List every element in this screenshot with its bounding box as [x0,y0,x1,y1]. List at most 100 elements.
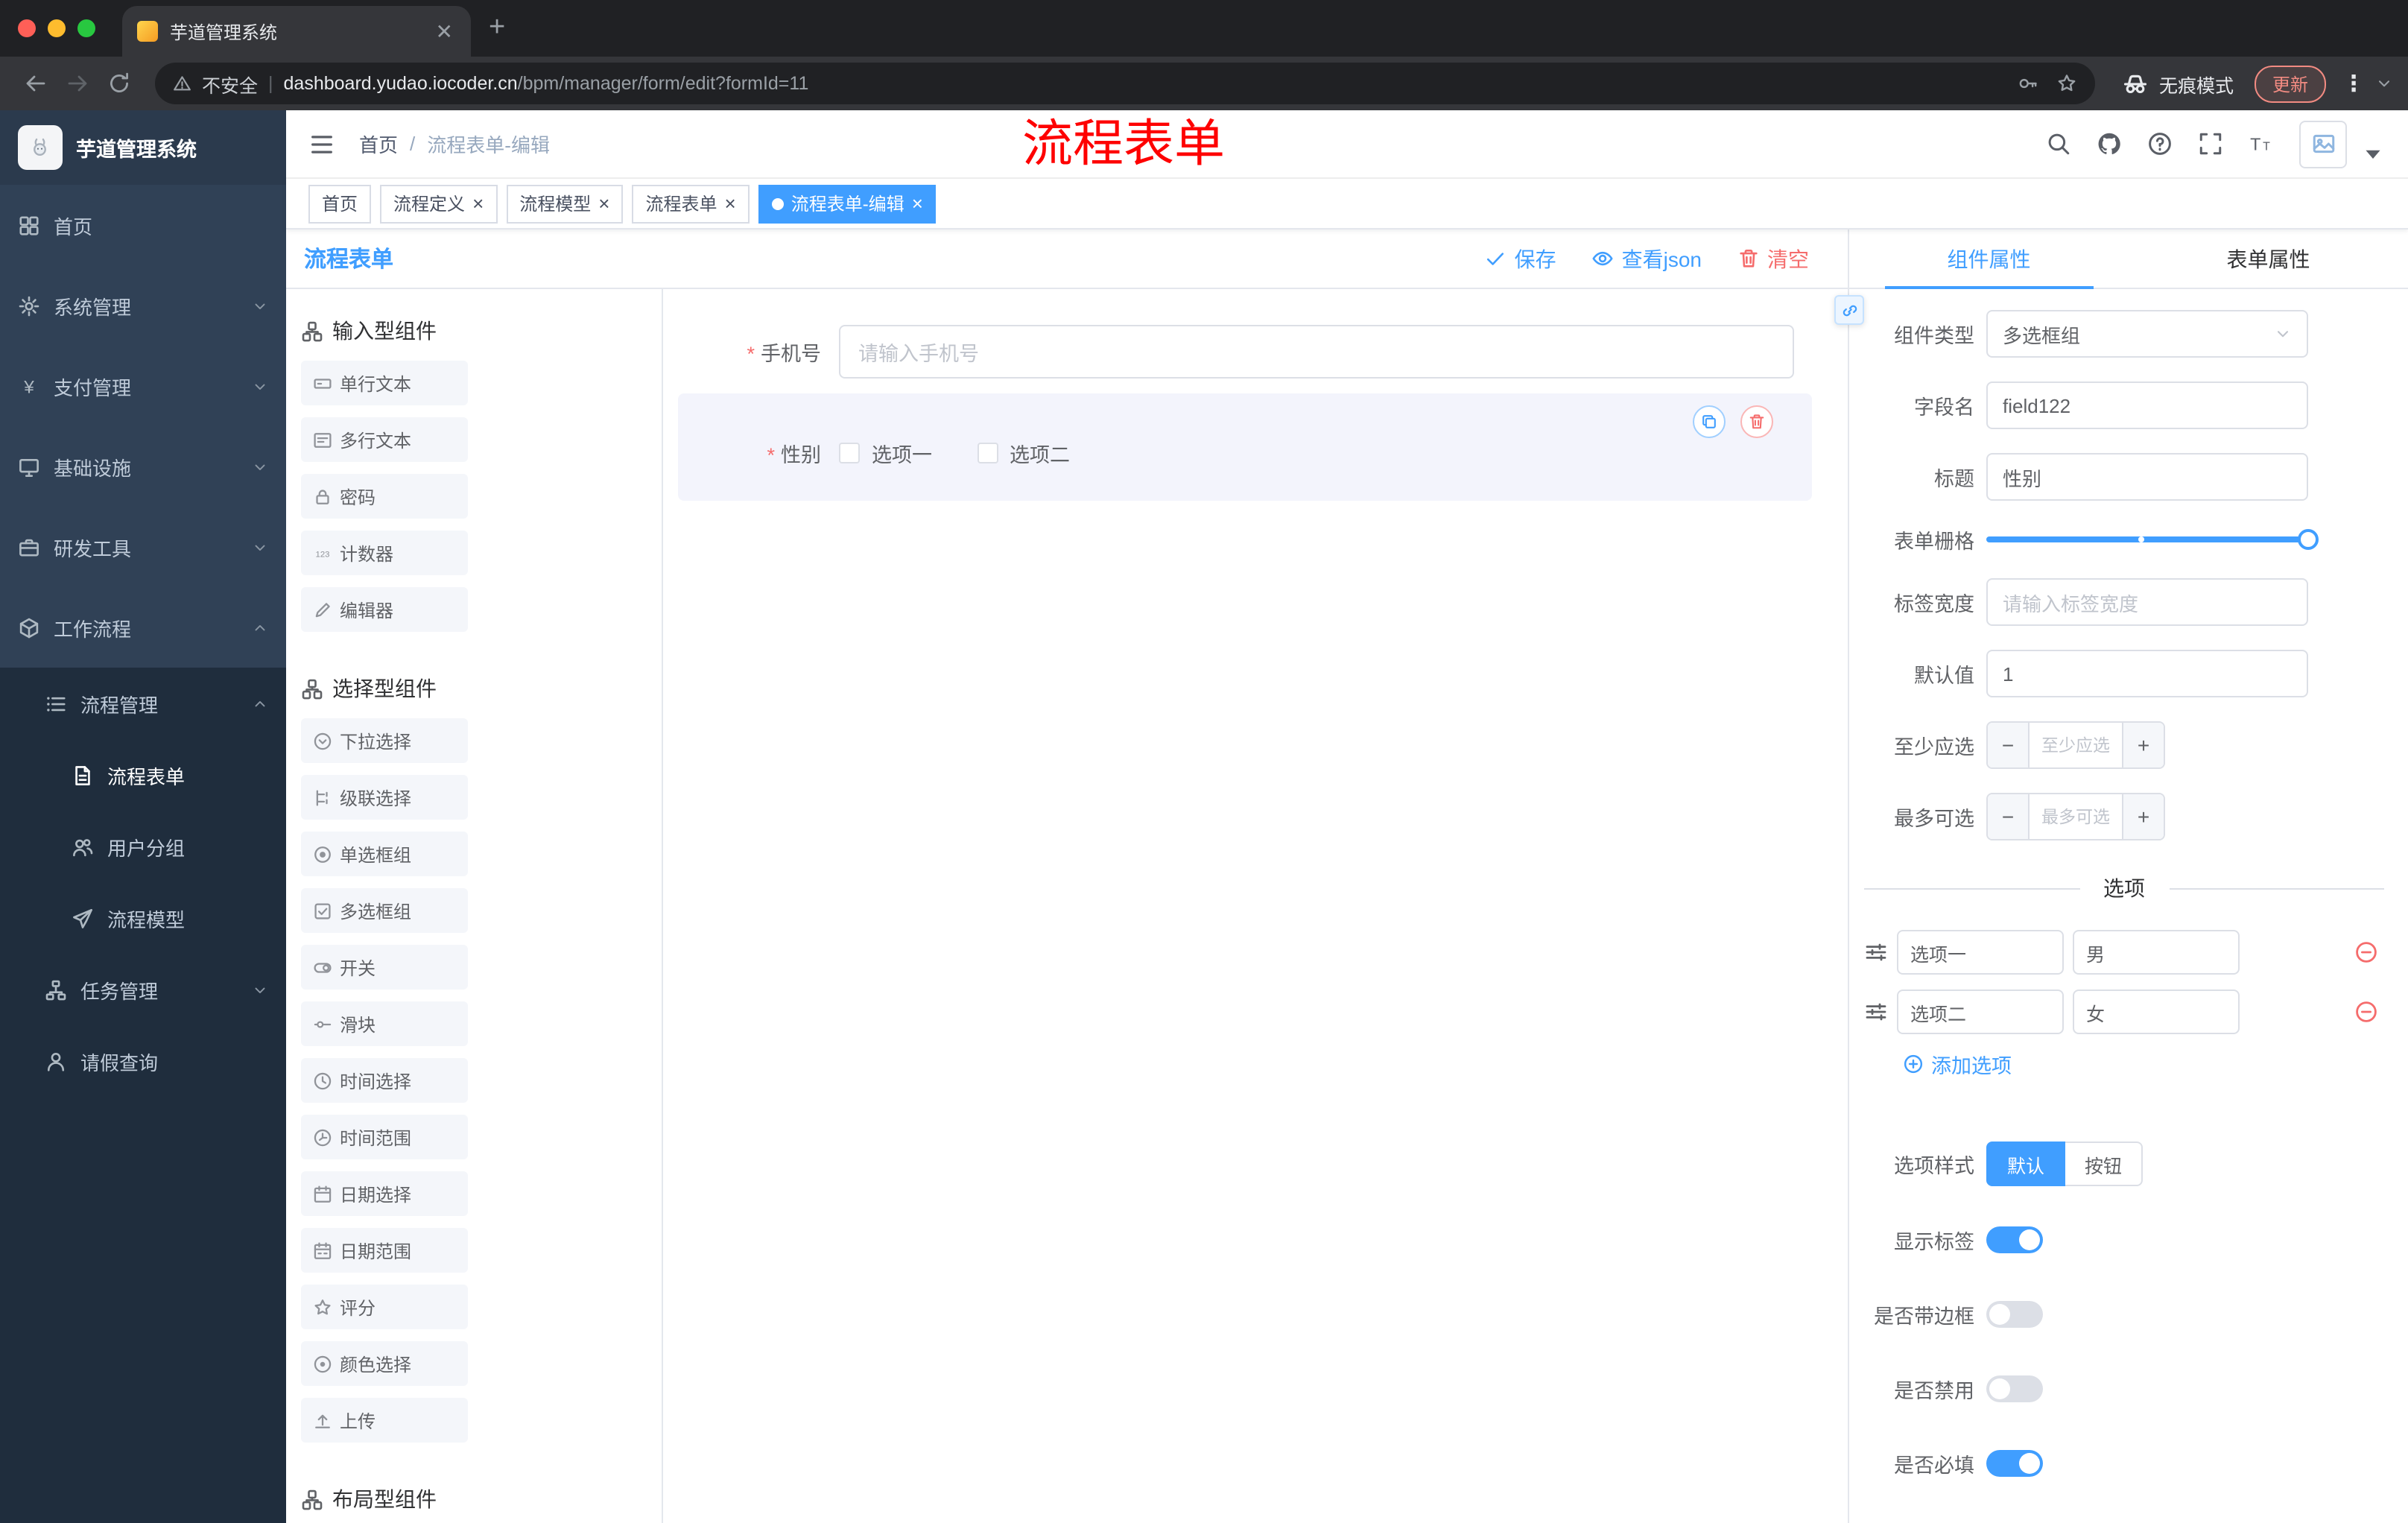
gender-checkbox[interactable]: 选项二 [977,438,1070,468]
toolbar-chevron-down-icon[interactable] [2375,75,2393,92]
gender-checkbox[interactable]: 选项一 [839,438,932,468]
phone-input[interactable]: 请输入手机号 [839,325,1794,379]
palette-chip[interactable]: 级联选择 [301,775,468,820]
sidebar-item-task-mgmt[interactable]: 任务管理 [0,954,286,1025]
maximize-window-button[interactable] [77,19,95,37]
breadcrumb-home[interactable]: 首页 [359,130,398,158]
palette-chip[interactable]: 日期范围 [301,1228,468,1273]
toggle-required[interactable] [1986,1450,2043,1477]
avatar[interactable] [2299,120,2347,168]
option-label-input[interactable]: 选项一 [1897,930,2064,975]
stepper-plus-button[interactable]: + [2122,723,2164,767]
copy-component-button[interactable] [1693,405,1726,438]
address-bar[interactable]: 不安全 | dashboard.yudao.iocoder.cn/bpm/man… [155,63,2095,104]
tag-process-definition[interactable]: 流程定义 × [380,184,498,223]
link-icon[interactable] [1834,295,1864,325]
prop-input[interactable]: 性别 [1986,453,2308,501]
sidebar-item-payment[interactable]: ¥ 支付管理 [0,346,286,426]
tag-process-form[interactable]: 流程表单 × [632,184,750,223]
palette-chip[interactable]: 多选框组 [301,888,468,933]
toggle-disabled[interactable] [1986,1375,2043,1402]
sidebar-item-process-mgmt[interactable]: 流程管理 [0,668,286,739]
back-icon[interactable] [15,63,57,104]
stepper-minus-button[interactable]: − [1988,794,2030,839]
stepper-value[interactable]: 至少应选 [2030,723,2122,767]
tag-close-icon[interactable]: × [912,192,923,215]
option-value-input[interactable]: 女 [2073,990,2240,1034]
style-option-button[interactable]: 按钮 [2065,1142,2144,1186]
prop-input[interactable]: 1 [1986,650,2308,697]
palette-chip[interactable]: 多行文本 [301,417,468,462]
palette-chip[interactable]: 单选框组 [301,832,468,876]
palette-chip[interactable]: 开关 [301,945,468,990]
style-option-button[interactable]: 默认 [1986,1142,2066,1186]
option-label-input[interactable]: 选项二 [1897,990,2064,1034]
menu-fold-icon[interactable] [308,130,335,157]
number-stepper[interactable]: − 最多可选 + [1986,793,2165,840]
close-window-button[interactable] [18,19,36,37]
github-icon[interactable] [2097,131,2122,156]
palette-chip[interactable]: 单行文本 [301,361,468,405]
stepper-plus-button[interactable]: + [2122,794,2164,839]
checkbox-box[interactable] [977,443,998,463]
palette-chip[interactable]: 123 计数器 [301,531,468,575]
tag-close-icon[interactable]: × [472,192,484,215]
reload-icon[interactable] [98,63,140,104]
toggle-show-label[interactable] [1986,1226,2043,1253]
grid-slider[interactable] [1986,529,2319,550]
browser-menu-icon[interactable]: ⋮ [2335,70,2372,97]
forward-icon[interactable] [57,63,98,104]
view-json-button[interactable]: 查看json [1592,244,1702,273]
sidebar-item-process-model[interactable]: 流程模型 [0,882,286,954]
checkbox-box[interactable] [839,443,860,463]
delete-component-button[interactable] [1740,405,1773,438]
clear-button[interactable]: 清空 [1737,244,1809,273]
minimize-window-button[interactable] [48,19,66,37]
palette-chip[interactable]: 上传 [301,1398,468,1443]
tag-home[interactable]: 首页 [308,184,372,223]
help-icon[interactable] [2147,131,2173,156]
form-canvas[interactable]: 手机号 请输入手机号 性别 选项一 选项二 [663,289,1848,1523]
palette-chip[interactable]: 评分 [301,1285,468,1329]
key-icon[interactable] [2018,73,2038,94]
tag-close-icon[interactable]: × [725,192,736,215]
sidebar-item-user-group[interactable]: 用户分组 [0,811,286,882]
drag-handle-icon[interactable] [1864,940,1888,964]
save-button[interactable]: 保存 [1485,244,1556,273]
add-option-button[interactable]: 添加选项 [1903,1049,2384,1079]
prop-select[interactable]: 多选框组 [1986,310,2308,358]
font-size-icon[interactable]: TT [2249,131,2274,156]
stepper-value[interactable]: 最多可选 [2030,794,2122,839]
sidebar-item-process-form[interactable]: 流程表单 [0,739,286,811]
palette-chip[interactable]: 编辑器 [301,587,468,632]
palette-chip[interactable]: 颜色选择 [301,1341,468,1386]
bookmark-star-icon[interactable] [2056,73,2077,94]
tab-form-props[interactable]: 表单属性 [2129,229,2408,288]
sidebar-item-devtools[interactable]: 研发工具 [0,507,286,587]
sidebar-item-leave-query[interactable]: 请假查询 [0,1025,286,1097]
tag-process-model[interactable]: 流程模型 × [506,184,624,223]
sidebar-item-home[interactable]: 首页 [0,185,286,265]
fullscreen-icon[interactable] [2198,131,2223,156]
number-stepper[interactable]: − 至少应选 + [1986,721,2165,769]
palette-chip[interactable]: 时间范围 [301,1115,468,1159]
sidebar-item-workflow[interactable]: 工作流程 [0,587,286,668]
palette-chip[interactable]: 下拉选择 [301,718,468,763]
prop-input[interactable]: 请输入标签宽度 [1986,578,2308,626]
option-value-input[interactable]: 男 [2073,930,2240,975]
palette-chip[interactable]: 密码 [301,474,468,519]
sidebar-item-infra[interactable]: 基础设施 [0,426,286,507]
palette-chip[interactable]: 日期选择 [301,1171,468,1216]
avatar-caret-down-icon[interactable] [2360,142,2386,167]
tag-close-icon[interactable]: × [598,192,609,215]
sidebar-item-system[interactable]: 系统管理 [0,265,286,346]
toggle-with-border[interactable] [1986,1301,2043,1328]
gender-field-block[interactable]: 性别 选项一 选项二 [678,393,1812,501]
search-icon[interactable] [2046,131,2071,156]
remove-option-icon[interactable] [2354,940,2378,964]
stepper-minus-button[interactable]: − [1988,723,2030,767]
phone-field-row[interactable]: 手机号 请输入手机号 [678,325,1794,379]
palette-chip[interactable]: 时间选择 [301,1058,468,1103]
tab-close-icon[interactable]: ✕ [433,19,456,44]
browser-tab[interactable]: 芋道管理系统 ✕ [122,6,471,57]
